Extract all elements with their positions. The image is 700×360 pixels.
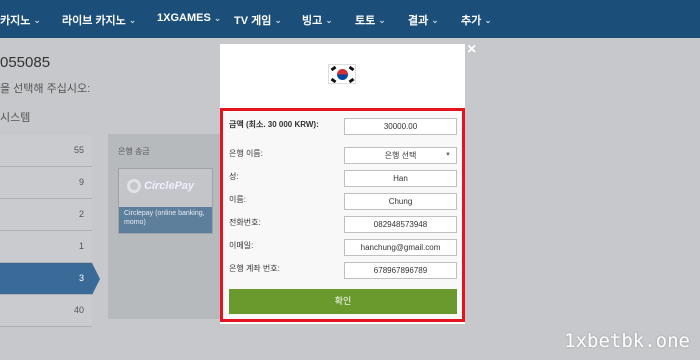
- payment-method-list: 55 9 2 1 3 40: [0, 135, 100, 327]
- circlepay-logo: CirclePay: [127, 179, 194, 193]
- bank-select-value: 은행 선택: [384, 151, 417, 160]
- phone-label: 전화번호:: [229, 218, 261, 227]
- flag-taeguk: [337, 69, 348, 80]
- nav-item-casino[interactable]: 카지노 ⌄: [0, 12, 41, 28]
- method-count: 9: [78, 177, 84, 187]
- deposit-modal: 금액 (최소. 30 000 KRW): 30000.00 은행 이름: 은행 …: [220, 44, 465, 324]
- nav-label: 빙고: [302, 15, 323, 27]
- nav-item-toto[interactable]: 토토 ⌄: [355, 12, 386, 28]
- method-count: 3: [78, 273, 84, 283]
- nav-item-more[interactable]: 추가 ⌄: [461, 12, 492, 28]
- flag-trigram: [330, 77, 337, 84]
- nav-label: 라이브 카지노: [62, 15, 126, 27]
- account-number-input[interactable]: 678967896789: [344, 262, 457, 279]
- phone-input[interactable]: 082948573948: [344, 216, 457, 233]
- circlepay-card-footer: Circlepay (online banking, momo): [119, 207, 212, 233]
- bank-name-label: 은행 이름:: [229, 149, 263, 158]
- method-count: 55: [73, 145, 84, 155]
- bank-select[interactable]: 은행 선택 ▼: [344, 147, 457, 164]
- deposit-form: 금액 (최소. 30 000 KRW): 30000.00 은행 이름: 은행 …: [220, 108, 465, 322]
- chevron-down-icon: ⌄: [274, 14, 282, 25]
- amount-row: 금액 (최소. 30 000 KRW): 30000.00: [229, 118, 457, 142]
- circlepay-card[interactable]: CirclePay Circlepay (online banking, mom…: [118, 168, 213, 234]
- chevron-down-icon: ⌄: [484, 14, 492, 25]
- email-label: 이메일:: [229, 241, 254, 250]
- bank-transfer-panel: 은행 송금 CirclePay Circlepay (online bankin…: [108, 134, 220, 319]
- first-name-row: 이름: Chung: [229, 193, 457, 210]
- nav-item-tv-games[interactable]: TV 게임 ⌄: [234, 12, 282, 28]
- method-row[interactable]: 9: [0, 167, 92, 199]
- bank-panel-title: 은행 송금: [118, 147, 150, 156]
- nav-label: 추가: [461, 15, 482, 27]
- method-row[interactable]: 55: [0, 135, 92, 167]
- method-row[interactable]: 2: [0, 199, 92, 231]
- system-label: 시스템: [0, 112, 31, 124]
- nav-item-live-casino[interactable]: 라이브 카지노 ⌄: [62, 12, 136, 28]
- top-nav: 카지노 ⌄ 라이브 카지노 ⌄ 1XGAMES ⌄ TV 게임 ⌄ 빙고 ⌄ 토토 ⌄ 결과…: [0, 0, 700, 38]
- watermark: 1xbetbk.one: [564, 330, 690, 352]
- circlepay-logo-icon: [127, 179, 141, 193]
- bank-name-row: 은행 이름: 은행 선택 ▼: [229, 147, 457, 164]
- account-id: 055085: [0, 54, 51, 71]
- account-number-row: 은행 계좌 번호: 678967896789: [229, 262, 457, 279]
- last-name-input[interactable]: Han: [344, 170, 457, 187]
- amount-label: 금액 (최소. 30 000 KRW):: [229, 120, 319, 129]
- nav-item-1xgames[interactable]: 1XGAMES ⌄: [157, 12, 221, 24]
- nav-item-bingo[interactable]: 빙고 ⌄: [302, 12, 333, 28]
- nav-item-results[interactable]: 결과 ⌄: [408, 12, 439, 28]
- first-name-label: 이름:: [229, 195, 246, 204]
- method-row[interactable]: 40: [0, 295, 92, 327]
- chevron-down-icon: ⌄: [378, 14, 386, 25]
- close-icon[interactable]: ×: [467, 41, 476, 59]
- nav-label: 1XGAMES: [157, 12, 211, 24]
- last-name-label: 성:: [229, 172, 239, 181]
- method-count: 2: [78, 209, 84, 219]
- chevron-down-icon: ⌄: [325, 14, 333, 25]
- method-row-active[interactable]: 3: [0, 263, 100, 295]
- method-count: 40: [73, 305, 84, 315]
- chevron-down-icon: ⌄: [128, 14, 137, 25]
- account-number-label: 은행 계좌 번호:: [229, 264, 280, 273]
- dropdown-caret-icon: ▼: [445, 152, 451, 158]
- phone-row: 전화번호: 082948573948: [229, 216, 457, 233]
- nav-label: 결과: [408, 15, 429, 27]
- flag-trigram: [348, 65, 355, 72]
- chevron-down-icon: ⌄: [213, 12, 222, 23]
- last-name-row: 성: Han: [229, 170, 457, 187]
- circlepay-logo-text: CirclePay: [144, 180, 195, 192]
- confirm-button[interactable]: 확인: [229, 289, 457, 314]
- flag-trigram: [348, 77, 355, 84]
- chevron-down-icon: ⌄: [33, 14, 41, 25]
- email-row: 이메일: hanchung@gmail.com: [229, 239, 457, 256]
- amount-input[interactable]: 30000.00: [344, 118, 457, 135]
- first-name-input[interactable]: Chung: [344, 193, 457, 210]
- method-row[interactable]: 1: [0, 231, 92, 263]
- email-input[interactable]: hanchung@gmail.com: [344, 239, 457, 256]
- flag-trigram: [330, 65, 337, 72]
- nav-label: 카지노: [0, 15, 31, 27]
- chevron-down-icon: ⌄: [431, 14, 439, 25]
- choose-method-text: 을 선택해 주십시오:: [0, 83, 91, 95]
- korea-flag-icon: [328, 64, 356, 84]
- nav-label: 토토: [355, 15, 376, 27]
- method-count: 1: [78, 241, 84, 251]
- nav-label: TV 게임: [234, 15, 272, 27]
